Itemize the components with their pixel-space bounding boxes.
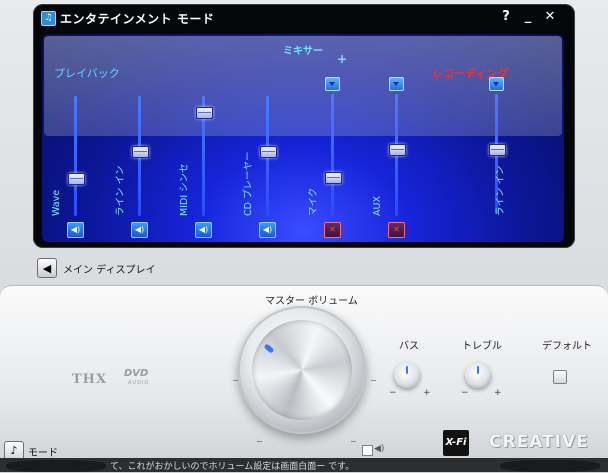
chevron-down-icon[interactable] [389, 77, 404, 91]
background-text: て、これがおかしいのでホリューム設定は画面白面ー です。 [110, 462, 355, 472]
mixer-channel: Wave ◀) [51, 34, 95, 242]
mixer-panel: ミキサー + プレイバック レコーディング Wave ◀) ライン イン ◀) MIDI… [42, 34, 564, 242]
fader-knob[interactable] [325, 172, 342, 185]
treble-label: トレブル [462, 341, 502, 352]
dial-tick-right: − [370, 376, 377, 385]
speaker-icon[interactable]: ◀) [259, 222, 276, 238]
dial-tick-bottom-left: − [256, 437, 263, 446]
fader-knob[interactable] [489, 143, 506, 156]
default-button[interactable] [553, 370, 567, 384]
dvd-logo: DVD [124, 368, 149, 379]
dial-tick-left: − [232, 376, 239, 385]
fader-knob[interactable] [196, 107, 213, 119]
mixer-channel: AUX ✕ [372, 34, 416, 242]
dial-tick-bottom-right: − [350, 437, 357, 446]
chevron-down-icon[interactable] [489, 77, 504, 91]
fader-track[interactable] [331, 94, 334, 216]
channel-name: マイク [308, 187, 319, 216]
master-volume-label: マスター ボリューム [265, 296, 358, 307]
help-button[interactable]: ? [497, 8, 515, 26]
treble-knob[interactable] [465, 362, 491, 388]
top-panel: ♫ エンタテインメント モード ? _ ✕ ミキサー + プレイバック レコーデ… [33, 4, 575, 248]
fader-knob[interactable] [132, 145, 149, 158]
master-mute-checkbox[interactable] [362, 445, 373, 456]
bass-label: バス [399, 341, 419, 352]
foot-left [6, 460, 106, 472]
entertainment-mode-window: ♫ エンタテインメント モード ? _ ✕ ミキサー + プレイバック レコーデ… [0, 0, 608, 473]
treble-minus: − [461, 388, 469, 398]
window-title: エンタテインメント モード [60, 12, 215, 26]
dvd-audio-logo: AUDIO [128, 380, 150, 386]
minimize-button[interactable]: _ [519, 8, 537, 26]
channel-name: Wave [51, 189, 62, 216]
close-button[interactable]: ✕ [541, 8, 559, 26]
channel-name: MIDI シンセ [179, 163, 190, 216]
creative-logo: CREATIVE [489, 432, 589, 452]
channel-name: AUX [372, 196, 383, 216]
foot-right [500, 460, 600, 472]
mixer-channel: ライン イン [476, 34, 516, 242]
mixer-channel: CD プレーヤー ◀) [243, 34, 287, 242]
arrow-left-icon[interactable]: ◀ [37, 258, 57, 278]
channel-name: CD プレーヤー [243, 151, 254, 216]
speaker-icon[interactable]: ◀) [67, 222, 84, 238]
mixer-channel: マイク ✕ [308, 34, 352, 242]
fader-knob[interactable] [389, 144, 406, 157]
title-bar[interactable]: ♫ エンタテインメント モード ? _ ✕ [33, 4, 575, 32]
x-icon[interactable]: ✕ [388, 222, 405, 238]
speaker-icon[interactable]: ◀) [131, 222, 148, 238]
mixer-channel: ライン イン ◀) [115, 34, 159, 242]
fader-knob[interactable] [68, 173, 85, 185]
app-icon: ♫ [41, 11, 56, 26]
speaker-icon[interactable]: ◀) [195, 222, 212, 238]
chevron-down-icon[interactable] [325, 77, 340, 91]
xfi-logo: X-Fi [443, 430, 469, 456]
dial-face [252, 320, 352, 420]
channel-name: ライン イン [495, 165, 506, 216]
main-display-label: メイン ディスプレイ [63, 264, 156, 276]
fader-track[interactable] [74, 96, 77, 216]
main-display-nav[interactable]: ◀ メイン ディスプレイ [37, 258, 155, 278]
speaker-icon: ◀) [374, 444, 385, 454]
thx-logo: THX [72, 372, 108, 387]
mode-label: モード [28, 448, 58, 459]
treble-plus: + [494, 388, 502, 398]
bass-plus: + [423, 388, 431, 398]
master-volume-dial[interactable] [238, 306, 366, 434]
default-label: デフォルト [542, 341, 592, 352]
bass-minus: − [389, 388, 397, 398]
channel-name: ライン イン [115, 165, 126, 216]
bass-knob[interactable] [394, 362, 420, 388]
fader-knob[interactable] [260, 145, 277, 158]
x-icon[interactable]: ✕ [324, 222, 341, 238]
mixer-channel: MIDI シンセ ◀) [179, 34, 223, 242]
